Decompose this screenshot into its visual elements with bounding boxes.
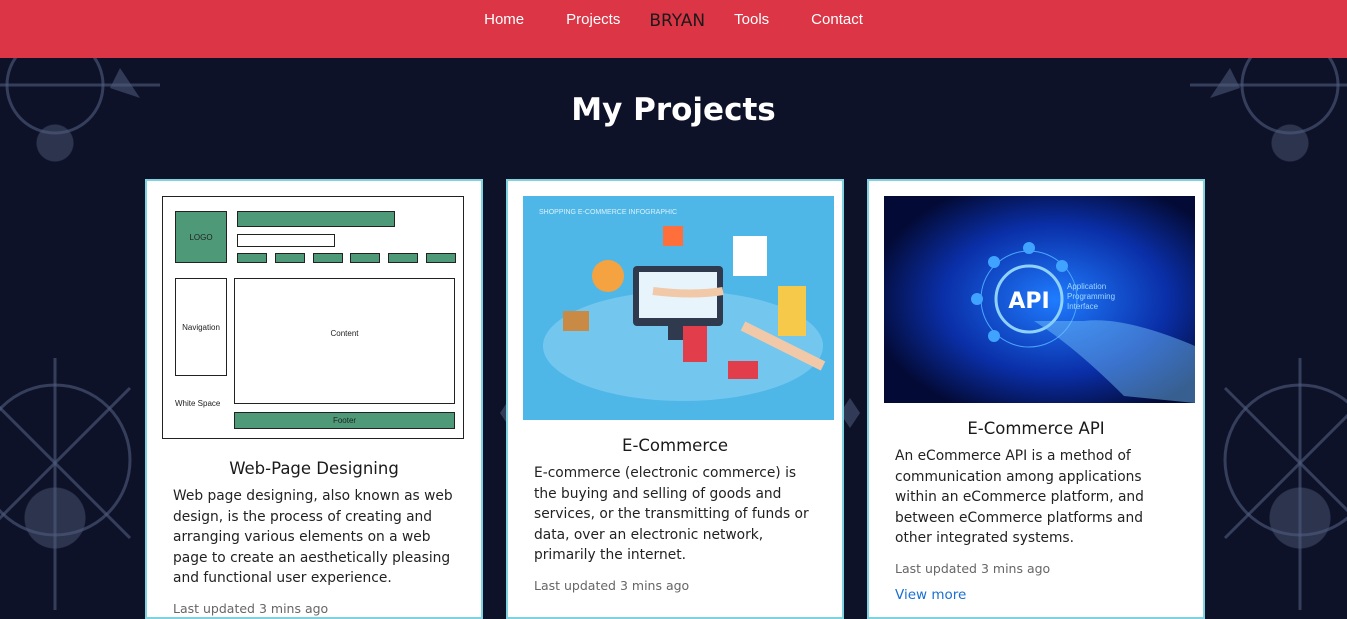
card-updated: Last updated 3 mins ago: [173, 600, 329, 616]
wireframe-header-bar: [237, 211, 395, 227]
nav-tools[interactable]: Tools: [713, 11, 790, 28]
api-label: API: [1008, 289, 1049, 314]
page-title: My Projects: [571, 92, 776, 128]
wireframe-navigation: Navigation: [175, 278, 227, 376]
wireframe-menu-item: [350, 253, 380, 263]
wireframe-image: LOGO Navigation Content White Space Foot…: [162, 196, 464, 439]
project-card-ecommerce-api: API Application Programming Interface E-…: [867, 179, 1205, 619]
brand-name[interactable]: BRYAN: [641, 11, 713, 31]
ecommerce-illustration: SHOPPING E-COMMERCE INFOGRAPHIC: [523, 196, 834, 420]
wireframe-white-space: White Space: [175, 399, 221, 408]
card-title: Web-Page Designing: [229, 459, 399, 478]
project-card-web-design: LOGO Navigation Content White Space Foot…: [145, 179, 483, 619]
card-title: E-Commerce API: [967, 419, 1105, 438]
wireframe-menu-item: [313, 253, 343, 263]
view-more-link[interactable]: View more: [884, 587, 1188, 603]
card-description: An eCommerce API is a method of communic…: [895, 448, 1144, 546]
wireframe-footer: Footer: [234, 412, 455, 429]
wireframe-menu-item: [388, 253, 418, 263]
wireframe-content: Content: [234, 278, 455, 404]
illustration-caption: SHOPPING E-COMMERCE INFOGRAPHIC: [539, 209, 677, 216]
card-updated: Last updated 3 mins ago: [534, 577, 690, 593]
card-description: Web page designing, also known as web de…: [173, 488, 453, 586]
wireframe-search-bar: [237, 234, 335, 247]
top-navbar: Home Projects BRYAN Tools Contact: [0, 0, 1347, 58]
project-card-ecommerce: SHOPPING E-COMMERCE INFOGRAPHIC E-Commer…: [506, 179, 844, 619]
wireframe-logo: LOGO: [175, 211, 227, 263]
nav-projects[interactable]: Projects: [545, 11, 641, 28]
wireframe-menu-item: [426, 253, 456, 263]
nav-home[interactable]: Home: [463, 11, 545, 28]
api-sublabel: Application Programming Interface: [1067, 282, 1116, 311]
card-title: E-Commerce: [622, 436, 728, 455]
card-description: E-commerce (electronic commerce) is the …: [534, 465, 809, 563]
api-illustration: API Application Programming Interface: [884, 196, 1195, 403]
wireframe-menu-item: [275, 253, 305, 263]
nav-contact[interactable]: Contact: [790, 11, 884, 28]
wireframe-menu-item: [237, 253, 267, 263]
card-updated: Last updated 3 mins ago: [895, 560, 1051, 576]
